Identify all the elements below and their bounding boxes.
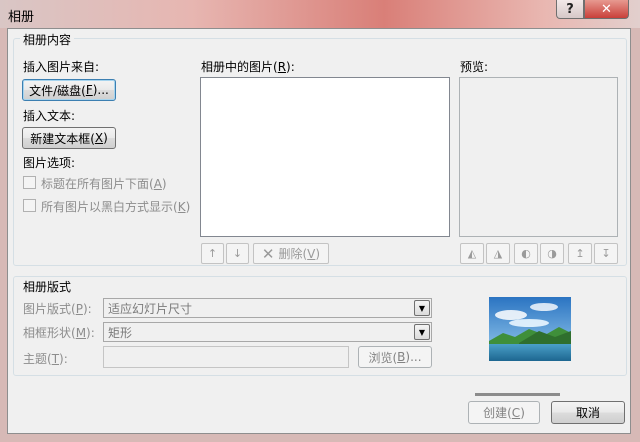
- new-textbox-button[interactable]: 新建文本框(X): [22, 127, 116, 149]
- window-title: 相册: [8, 10, 35, 25]
- pictures-in-album-label: 相册中的图片(R):: [201, 60, 295, 74]
- chevron-down-icon[interactable]: ▼: [414, 324, 430, 340]
- delete-button[interactable]: ✕ 删除(V): [253, 243, 329, 264]
- help-icon: ?: [566, 1, 574, 17]
- close-button[interactable]: ✕: [584, 0, 629, 19]
- chevron-down-icon[interactable]: ▼: [414, 300, 430, 316]
- picture-layout-select[interactable]: 适应幻灯片尺寸 ▼: [103, 298, 432, 318]
- rotate-right-icon: ◮: [493, 247, 503, 260]
- theme-label: 主题(T):: [23, 352, 68, 366]
- arrow-down-icon: ↓: [232, 247, 243, 260]
- cancel-button[interactable]: 取消: [551, 401, 625, 424]
- insert-from-label: 插入图片来自:: [23, 60, 100, 74]
- frame-shape-select[interactable]: 矩形 ▼: [103, 322, 432, 342]
- theme-input[interactable]: [103, 346, 349, 368]
- move-down-button[interactable]: ↓: [226, 243, 249, 264]
- black-white-checkbox[interactable]: [23, 199, 36, 212]
- layout-preview-thumbnail: [489, 297, 571, 361]
- contrast-low-icon: ◑: [547, 247, 557, 260]
- close-icon: ✕: [601, 1, 612, 17]
- captions-checkbox[interactable]: [23, 176, 36, 189]
- move-up-button[interactable]: ↑: [201, 243, 224, 264]
- rotate-right-button[interactable]: ◮: [486, 243, 510, 264]
- brightness-up-button[interactable]: ↥: [568, 243, 592, 264]
- arrow-up-icon: ↑: [207, 247, 218, 260]
- insert-text-label: 插入文本:: [23, 109, 76, 123]
- title-bar[interactable]: [0, 0, 640, 28]
- x-icon: ✕: [261, 244, 275, 263]
- pictures-listbox[interactable]: [200, 77, 450, 237]
- brightness-up-icon: ↥: [575, 247, 585, 260]
- preview-label: 预览:: [460, 60, 489, 74]
- picture-options-label: 图片选项:: [23, 156, 76, 170]
- file-disk-button[interactable]: 文件/磁盘(F)...: [22, 79, 116, 101]
- rotate-left-button[interactable]: ◭: [460, 243, 484, 264]
- album-layout-title: 相册版式: [20, 278, 75, 295]
- create-button[interactable]: 创建(C): [468, 401, 540, 424]
- brightness-down-button[interactable]: ↧: [594, 243, 618, 264]
- captions-label: 标题在所有图片下面(A): [41, 177, 167, 191]
- black-white-label: 所有图片以黑白方式显示(K): [41, 200, 191, 214]
- contrast-down-button[interactable]: ◑: [540, 243, 564, 264]
- contrast-up-button[interactable]: ◐: [514, 243, 538, 264]
- frame-shape-label: 相框形状(M):: [23, 326, 95, 340]
- rotate-left-icon: ◭: [467, 247, 477, 260]
- album-content-title: 相册内容: [20, 31, 75, 48]
- picture-layout-label: 图片版式(P):: [23, 302, 92, 316]
- browse-button[interactable]: 浏览(B)...: [358, 346, 432, 368]
- brightness-down-icon: ↧: [601, 247, 611, 260]
- help-button[interactable]: ?: [556, 0, 584, 19]
- separator-line: [475, 393, 560, 396]
- preview-box: [459, 77, 618, 237]
- contrast-icon: ◐: [521, 247, 531, 260]
